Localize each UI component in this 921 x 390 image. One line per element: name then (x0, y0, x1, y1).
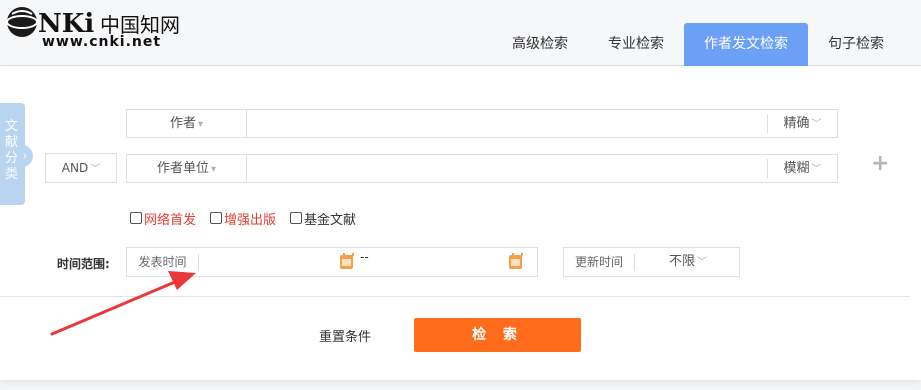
affiliation-input[interactable] (248, 155, 766, 182)
match-select-label: 精确 (783, 116, 810, 131)
calendar-icon[interactable] (509, 253, 523, 269)
checkbox-label: 增强出版 (224, 212, 277, 228)
update-time-label: 更新时间 (564, 254, 635, 271)
checkbox-box[interactable] (130, 212, 142, 224)
chevron-down-icon: ▾ (210, 164, 217, 175)
side-tab-char: 文 (4, 119, 18, 134)
search-tabs: 高级检索 专业检索 作者发文检索 句子检索 (492, 23, 904, 66)
field-select-label: 作者 (169, 116, 196, 131)
reset-button[interactable]: 重置条件 (319, 326, 371, 345)
update-time-select[interactable]: 更新时间 不限 ﹀ (563, 247, 740, 277)
checkbox-box[interactable] (290, 212, 303, 224)
update-time-value-label: 不限 (668, 254, 695, 269)
field-select-author[interactable]: 作者 ▾ (127, 110, 247, 137)
tab-professional-search[interactable]: 专业检索 (588, 23, 684, 66)
chevron-right-icon[interactable]: › (17, 145, 33, 167)
checkbox-fund-literature[interactable]: 基金文献 (290, 209, 356, 228)
header: NKi 中国知网 www.cnki.net 高级检索 专业检索 作者发文检索 句… (0, 0, 921, 66)
filter-checkboxes: 网络首发 增强出版 基金文献 (130, 208, 370, 228)
chevron-down-icon: ﹀ (90, 164, 101, 175)
author-input[interactable] (248, 110, 766, 137)
logic-select[interactable]: AND ﹀ (45, 153, 117, 183)
logic-select-label: AND (61, 161, 89, 175)
tab-sentence-search[interactable]: 句子检索 (808, 23, 904, 66)
chevron-down-icon: ▾ (197, 119, 204, 130)
side-tab-char: 类 (4, 167, 18, 182)
plus-icon[interactable]: + (871, 152, 889, 176)
checkbox-box[interactable] (210, 212, 223, 224)
update-time-value[interactable]: 不限 ﹀ (636, 248, 740, 276)
logo-url: www.cnki.net (42, 34, 162, 50)
date-separator: -- (360, 250, 369, 264)
tab-author-search[interactable]: 作者发文检索 (684, 23, 808, 66)
chevron-down-icon: ﹀ (811, 119, 822, 130)
match-select-exact[interactable]: 精确 ﹀ (767, 114, 837, 133)
publish-date-range: 发表时间 -- (126, 247, 538, 277)
search-panel: 文 献 分 类 › 作者 ▾ 精确 ﹀ AND ﹀ 作者单位 ▾ 模糊 ﹀ + 网络首发 … (0, 66, 921, 380)
tab-advanced-search[interactable]: 高级检索 (492, 23, 588, 66)
author-row: 作者 ▾ 精确 ﹀ (126, 109, 838, 138)
checkbox-enhanced-publishing[interactable]: 增强出版 (210, 209, 276, 228)
field-select-label: 作者单位 (156, 161, 209, 176)
chevron-down-icon: ﹀ (811, 164, 822, 175)
match-select-label: 模糊 (783, 161, 810, 176)
affiliation-row: 作者单位 ▾ 模糊 ﹀ (126, 154, 838, 183)
calendar-icon[interactable] (340, 253, 354, 269)
checkbox-online-first[interactable]: 网络首发 (130, 209, 196, 228)
search-button[interactable]: 检 索 (414, 318, 581, 352)
publish-date-label: 发表时间 (127, 254, 199, 271)
cnki-logo[interactable]: NKi 中国知网 www.cnki.net (2, 2, 192, 54)
divider (0, 296, 910, 297)
checkbox-label: 网络首发 (144, 212, 197, 228)
match-select-fuzzy[interactable]: 模糊 ﹀ (767, 159, 837, 178)
field-select-affiliation[interactable]: 作者单位 ▾ (127, 155, 247, 182)
time-range-label: 时间范围: (57, 257, 110, 271)
chevron-down-icon: ﹀ (697, 257, 707, 268)
checkbox-label: 基金文献 (304, 212, 357, 228)
